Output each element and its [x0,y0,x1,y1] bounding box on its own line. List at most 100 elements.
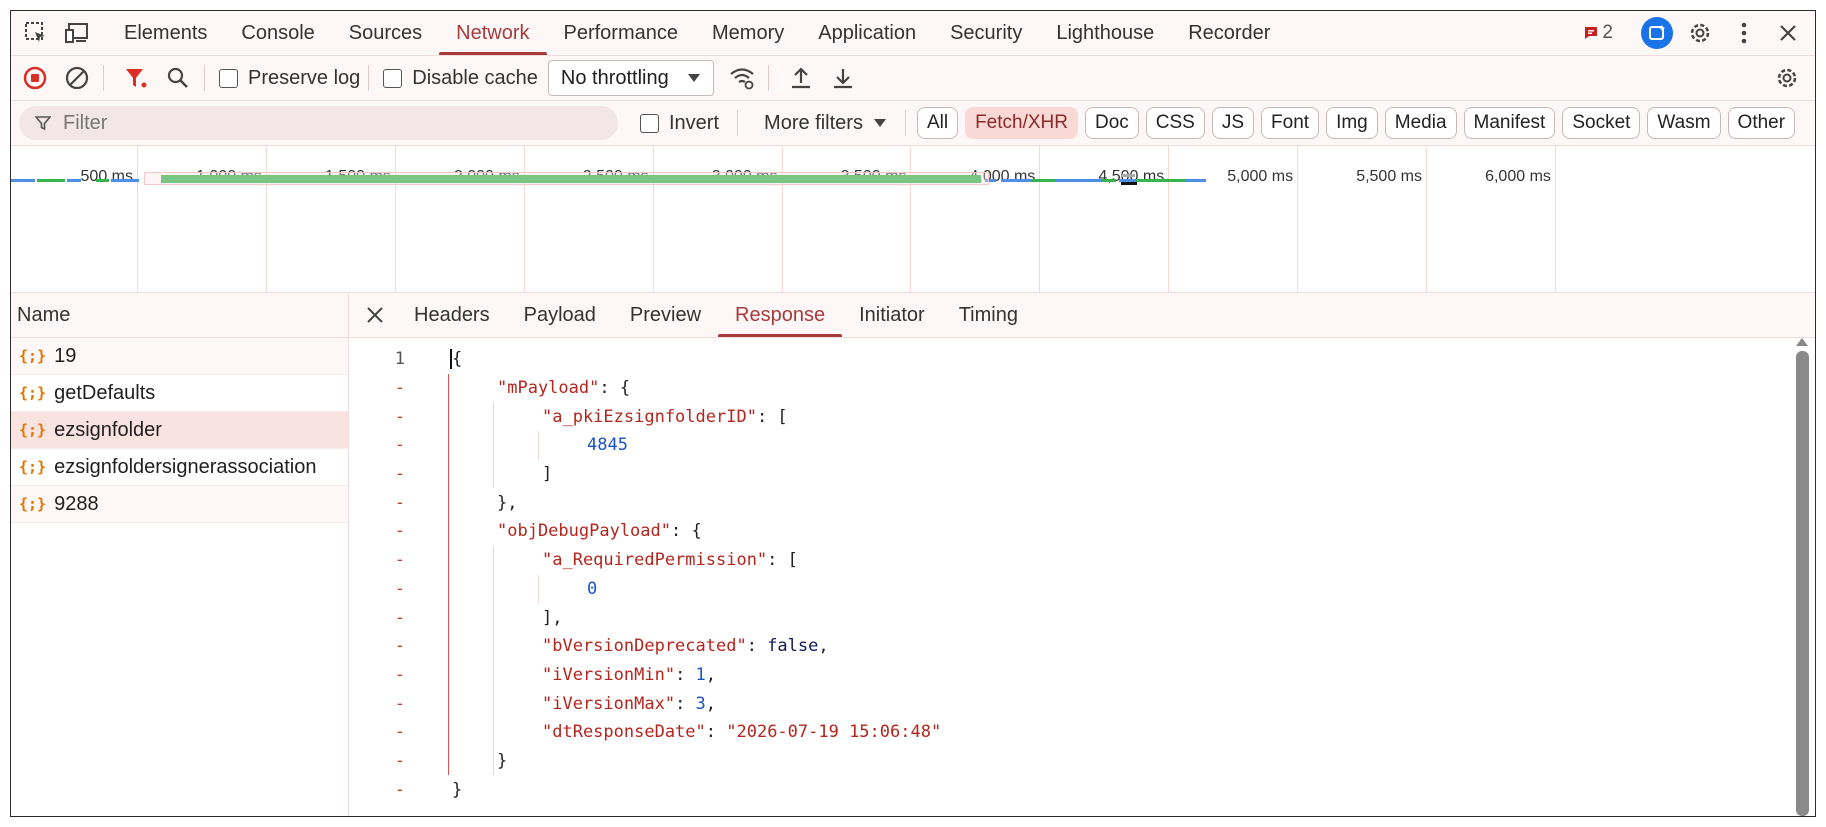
export-har-icon[interactable] [825,60,861,96]
tab-application[interactable]: Application [801,11,933,55]
timeline-gridline [910,146,912,292]
tab-memory[interactable]: Memory [695,11,801,55]
network-settings-gear-icon[interactable] [1769,60,1805,96]
line-gutter: - [394,435,405,456]
request-name: ezsignfolder [54,418,162,441]
indent-guide [538,574,539,604]
detail-tab-timing[interactable]: Timing [942,293,1035,337]
filter-divider [737,110,739,136]
tab-sources[interactable]: Sources [332,11,439,55]
import-har-icon[interactable] [783,60,819,96]
tab-recorder[interactable]: Recorder [1171,11,1287,55]
name-column-header[interactable]: Name [11,293,348,338]
timeline-gridline [1039,146,1041,292]
record-stop-icon[interactable] [17,60,53,96]
code-token: : { [599,378,631,399]
line-gutter: - [394,750,405,771]
detail-tab-preview[interactable]: Preview [613,293,718,337]
request-row[interactable]: {;} ezsignfoldersignerassociation [11,449,348,486]
request-name: 9288 [54,492,99,515]
disable-cache-box[interactable] [383,68,403,88]
filter-chip-fetch-xhr[interactable]: Fetch/XHR [965,107,1078,139]
detail-tab-payload[interactable]: Payload [507,293,613,337]
timeline-request-bar [1101,179,1116,182]
code-line: - "mPayload": { [349,374,1785,403]
fetch-request-icon: {;} [19,384,47,402]
more-options-icon[interactable] [1727,16,1761,50]
code-token: }, [497,492,518,513]
search-icon[interactable] [160,60,196,96]
code-token: false [767,636,819,657]
filter-input[interactable]: Filter [19,106,618,140]
code-text: "bVersionDeprecated": false, [542,636,829,656]
code-text: "dtResponseDate": "2026-07-19 15:06:48" [542,722,941,742]
filter-chip-font[interactable]: Font [1261,107,1320,139]
tab-console[interactable]: Console [224,11,331,55]
code-token: "objDebugPayload" [497,521,671,542]
tab-performance[interactable]: Performance [547,11,696,55]
network-overview-timeline[interactable]: 500 ms1,000 ms1,500 ms2,000 ms2,500 ms3,… [11,146,1815,293]
invert-checkbox[interactable]: Invert [640,112,719,135]
filter-chip-all[interactable]: All [916,107,959,139]
filter-chip-img[interactable]: Img [1326,107,1378,139]
timeline-request-bar [67,179,81,182]
preserve-log-checkbox[interactable]: Preserve log [219,67,360,90]
code-token: ] [542,464,553,485]
filter-funnel-icon[interactable] [118,60,154,96]
preserve-log-box[interactable] [219,68,238,88]
filter-chip-socket[interactable]: Socket [1562,107,1641,139]
line-gutter: - [394,578,405,599]
filter-chip-wasm[interactable]: Wasm [1647,107,1721,139]
line-gutter: - [394,550,405,571]
line-gutter: - [394,492,405,513]
tab-lighthouse[interactable]: Lighthouse [1039,11,1171,55]
request-row[interactable]: {;} getDefaults [11,375,348,412]
clear-icon[interactable] [59,60,95,96]
main-tabs: Elements Console Sources Network Performance… [107,11,1287,55]
timeline-request-bar [1136,179,1186,182]
request-row[interactable]: {;} 9288 [11,486,348,523]
device-toolbar-icon[interactable] [61,16,95,50]
filter-chip-media[interactable]: Media [1384,107,1457,139]
tab-network[interactable]: Network [439,11,547,55]
ai-assistance-icon[interactable] [1641,17,1673,49]
code-text: } [452,780,462,800]
filter-chip-other[interactable]: Other [1727,107,1796,139]
response-code-view: 1{- "mPayload": {- "a_pkiEzsignfolderID": … [349,345,1785,804]
filter-chip-js[interactable]: JS [1211,107,1255,139]
line-gutter: - [394,779,405,800]
filter-chip-manifest[interactable]: Manifest [1463,107,1556,139]
tab-security[interactable]: Security [933,11,1039,55]
more-filters-dropdown[interactable]: More filters [764,112,887,135]
code-text: 0 [587,579,597,599]
detail-tab-response[interactable]: Response [718,293,843,337]
filter-chip-css[interactable]: CSS [1145,107,1205,139]
detail-tab-initiator[interactable]: Initiator [842,293,942,337]
line-gutter: - [394,607,405,628]
request-name: 19 [54,344,77,367]
code-line: - "a_pkiEzsignfolderID": [ [349,402,1785,431]
issues-badge[interactable]: 2 [1583,22,1613,44]
request-list-pane: Name {;} 19 {;} getDefaults {;} ezsignfolder{… [11,293,349,816]
network-conditions-icon[interactable] [724,60,760,96]
disable-cache-checkbox[interactable]: Disable cache [383,67,538,90]
request-row[interactable]: {;} ezsignfolder [11,412,348,449]
close-detail-icon[interactable] [353,293,397,337]
scroll-up-arrow-icon[interactable] [1795,337,1809,347]
detail-tab-headers[interactable]: Headers [397,293,507,337]
response-scrollbar[interactable] [1796,351,1809,816]
inspect-element-icon[interactable] [19,16,53,50]
filter-chip-doc[interactable]: Doc [1084,107,1139,139]
code-token: "iVersionMax" [542,693,676,714]
invert-box[interactable] [640,113,659,133]
tab-elements[interactable]: Elements [107,11,224,55]
settings-gear-icon[interactable] [1683,16,1717,50]
throttling-select[interactable]: No throttling [547,60,714,96]
code-line: -}, [349,488,1785,517]
filter-divider [904,110,906,136]
timeline-request-bar [37,179,65,182]
timeline-selection[interactable] [144,172,989,185]
code-token: "a_pkiEzsignfolderID" [542,406,757,427]
close-devtools-icon[interactable] [1771,16,1805,50]
request-row[interactable]: {;} 19 [11,338,348,375]
